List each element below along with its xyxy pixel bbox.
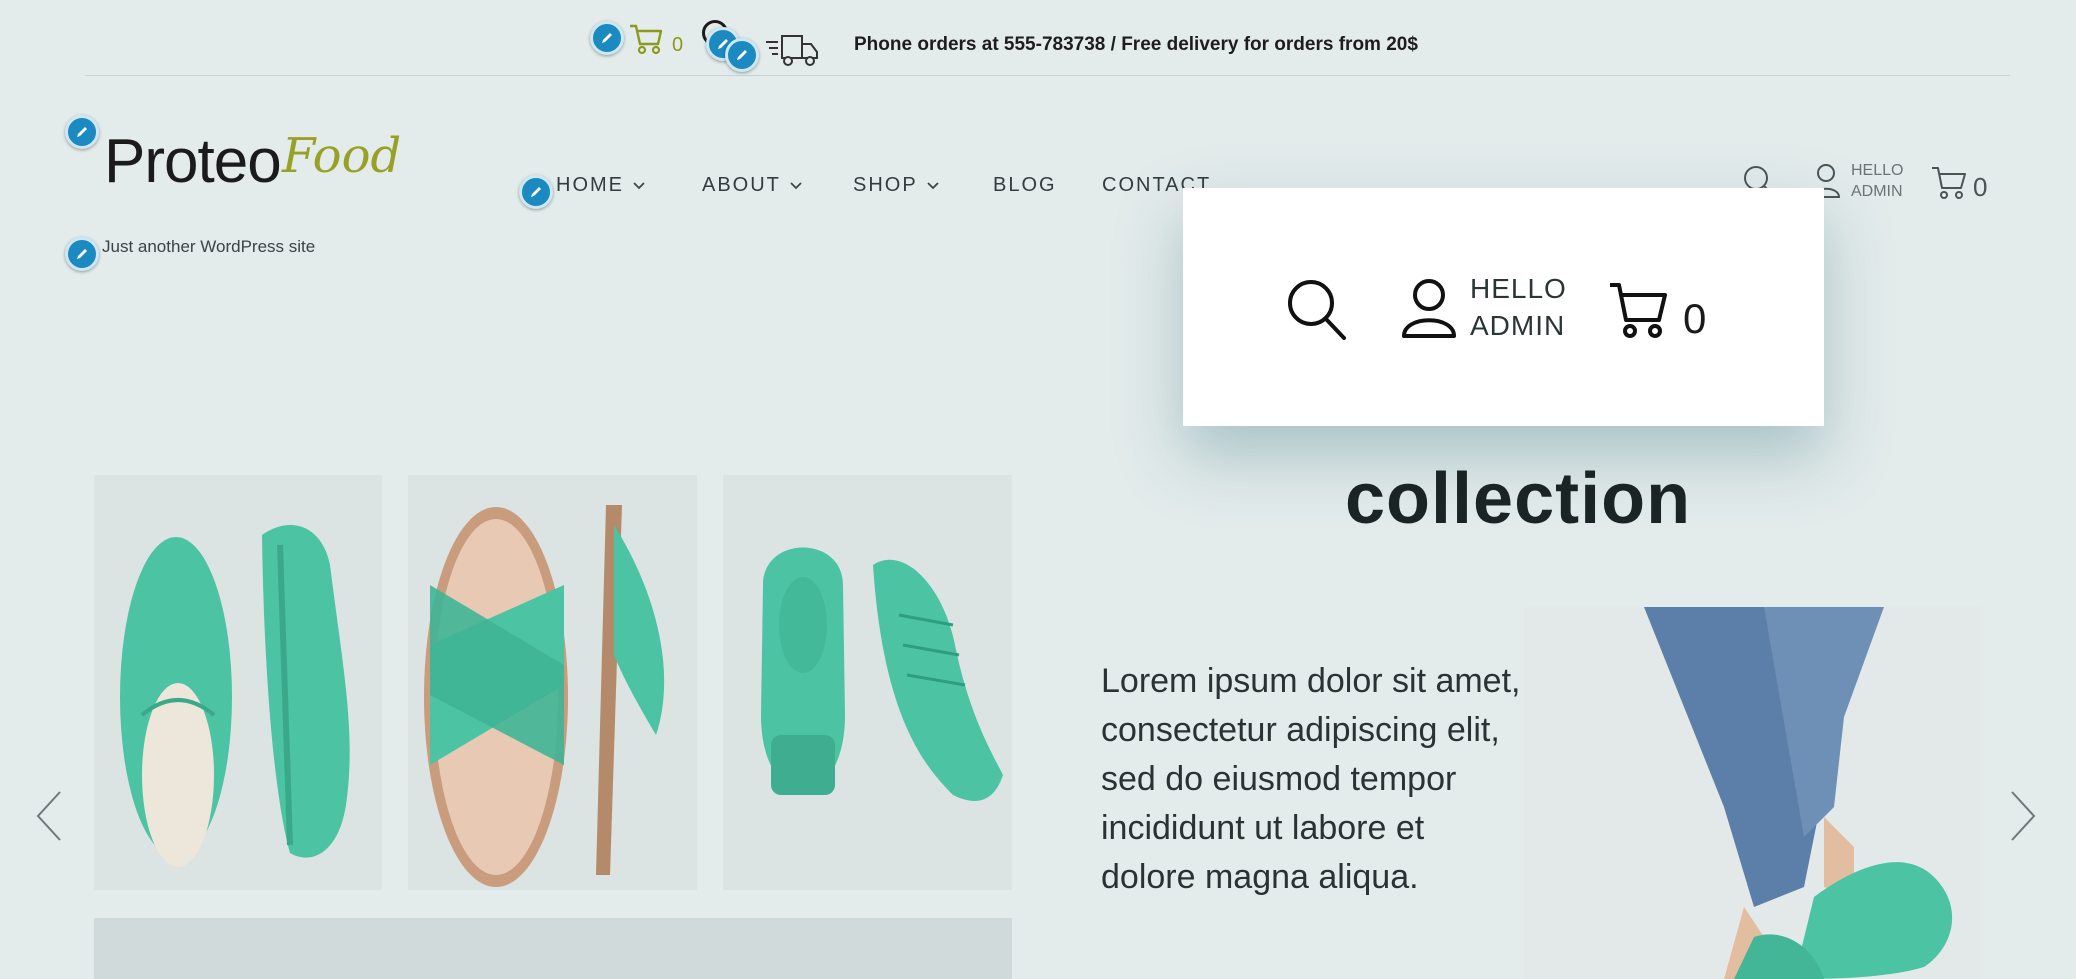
popup-cart-count: 0 [1683, 295, 1707, 342]
greeting-line: ADMIN [1470, 310, 1566, 341]
chevron-left-icon[interactable] [34, 790, 64, 846]
edit-pencil-icon[interactable] [725, 38, 759, 72]
nav-item-home[interactable]: HOME [556, 174, 646, 197]
sneakers-image [723, 475, 1012, 890]
chevron-right-icon[interactable] [2008, 790, 2038, 846]
site-tagline: Just another WordPress site [102, 237, 316, 256]
popup-account-greeting[interactable]: HELLO ADMIN [1470, 270, 1567, 344]
greeting-line: HELLO [1851, 162, 1904, 179]
site-logo-accent[interactable]: Food [282, 128, 401, 184]
topbar-divider [85, 75, 2010, 76]
edit-pencil-icon[interactable] [590, 21, 624, 55]
product-image[interactable] [94, 918, 1012, 979]
chevron-down-icon [789, 181, 803, 191]
nav-item-label: SHOP [853, 174, 918, 196]
chevron-down-icon [632, 181, 646, 191]
hero-heading: collection [1345, 459, 1692, 539]
nav-item-about[interactable]: ABOUT [702, 174, 803, 197]
greeting-line: HELLO [1470, 273, 1567, 304]
account-greeting[interactable]: HELLO ADMIN [1851, 160, 1903, 202]
hero-body-text: Lorem ipsum dolor sit amet, consectetur … [1101, 662, 1521, 896]
truck-icon [764, 32, 820, 72]
user-icon[interactable] [1400, 278, 1458, 344]
greeting-line: ADMIN [1851, 183, 1903, 200]
product-image[interactable] [94, 475, 382, 890]
cart-icon[interactable] [1930, 163, 1968, 205]
model-photo[interactable] [1524, 607, 1983, 979]
cart-icon[interactable] [1607, 278, 1669, 346]
product-image[interactable] [723, 475, 1012, 890]
header-cart-count: 0 [1973, 172, 1988, 202]
nav-item-shop[interactable]: SHOP [853, 174, 940, 197]
topbar-notice: Phone orders at 555-783738 / Free delive… [854, 34, 1418, 55]
site-logo-main[interactable]: Proteo [104, 126, 282, 197]
chevron-down-icon [926, 181, 940, 191]
espadrilles-image [94, 475, 382, 890]
cart-icon[interactable] [628, 22, 664, 60]
sandals-image [408, 475, 697, 890]
nav-item-blog[interactable]: BLOG [993, 174, 1057, 197]
edit-pencil-icon[interactable] [65, 237, 99, 271]
topbar-cart-count: 0 [672, 34, 684, 56]
search-icon[interactable] [1286, 278, 1348, 346]
product-image[interactable] [408, 475, 697, 890]
nav-item-label: ABOUT [702, 174, 781, 196]
nav-item-label: HOME [556, 174, 624, 196]
edit-pencil-icon[interactable] [519, 175, 553, 209]
jeans-shoe-image [1524, 607, 1983, 979]
nav-item-label: BLOG [993, 174, 1057, 196]
edit-pencil-icon[interactable] [65, 115, 99, 149]
